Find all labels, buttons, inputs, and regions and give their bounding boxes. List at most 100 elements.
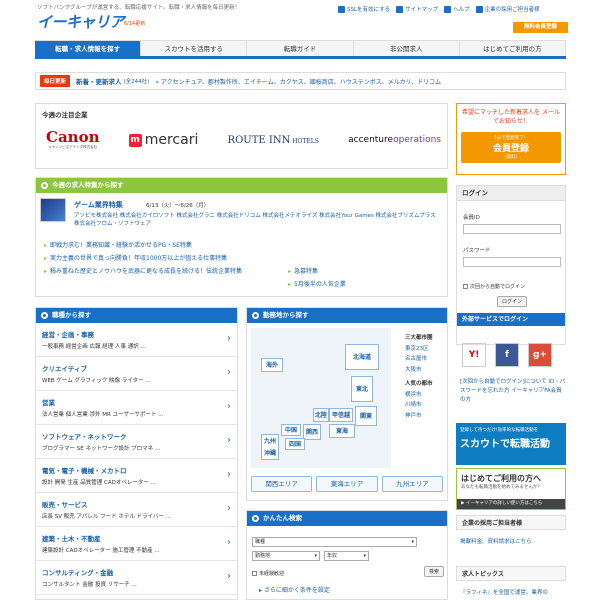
city-link[interactable]: 横浜市 (405, 390, 433, 401)
game-feature-image[interactable] (40, 198, 66, 222)
advanced-search-link[interactable]: ▸ さらに細かく条件を設定 (259, 585, 330, 594)
features-heading: 今週の求人特集から探す (36, 178, 447, 193)
category-item[interactable]: コンサルティング・金融 コンサルタント 金融 投資 リサーチ ... (36, 561, 237, 595)
corp-link[interactable]: 掲載料金、資料請求はこちら (460, 537, 532, 545)
game-feature-companies[interactable]: アソビモ株式会社 株式会社カイロソフト 株式会社グラニ 株式会社ドリコム 株式会… (74, 212, 442, 228)
sitemap-icon (396, 5, 404, 13)
city-link[interactable]: 神戸市 (405, 411, 433, 422)
feature-link[interactable]: 即戦力求む！業務知識・経験が活かせるPG・SE特集 (44, 239, 242, 252)
promo-register-button[interactable]: 1分で登録完了！ 会員登録 (無料) (461, 132, 561, 163)
checkbox-icon[interactable] (252, 571, 257, 576)
job-category-panel: 職種から探す 経営・企画・事務 一般事務 経営企画 広報 経理 人事 通訳 ...… (35, 307, 238, 600)
nav-guide[interactable]: 転職ガイド (247, 41, 354, 56)
category-item[interactable]: 電気・電子・機械・メカトロ 設計 開発 生産 品質管理 CADオペレーター ... (36, 459, 237, 493)
topics-heading: 求人トピックス (456, 566, 566, 581)
auto-login-checkbox[interactable]: 次回から自動でログイン (463, 283, 525, 290)
feature-link[interactable]: 積み重ねた歴史とノウハウを武器に更なる成長を続ける！伝統企業特集 (44, 265, 242, 278)
pref-kansai[interactable]: 関西 (303, 424, 321, 440)
game-feature-title[interactable]: ゲーム業界特集 (74, 200, 123, 210)
pref-overseas[interactable]: 海外 (261, 358, 283, 372)
free-register-button[interactable]: 無料会員登録 (513, 22, 568, 33)
weekly-features: 今週の求人特集から探す ゲーム業界特集 6/13（火）〜6/26（月） アソビモ… (35, 177, 448, 297)
site-logo[interactable]: イーキャリア (37, 11, 125, 32)
category-item[interactable]: クリエイティブ WEB ゲーム グラフィック 映像 ライター ... (36, 357, 237, 391)
new-jobs-title[interactable]: 新着・更新求人 (76, 76, 122, 86)
feature-links: 即戦力求む！業務知識・経験が活かせるPG・SE特集 実力主義の世界で真っ向勝負！… (44, 239, 242, 278)
corp-link[interactable]: 企業の採用ご担当者様 (475, 5, 540, 13)
pref-kyushu[interactable]: 九州 沖縄 (261, 434, 279, 460)
new-jobs-bar: 毎日更新 新着・更新求人 (全244社) » アクセンチュア、郡村製作所、エイチ… (35, 72, 566, 90)
category-item[interactable]: 経営・企画・事務 一般事務 経営企画 広報 経理 人事 通訳 ... (36, 323, 237, 357)
city-link[interactable]: 東京23区 (405, 344, 433, 355)
category-item[interactable]: 建築・土木・不動産 建築設計 CADオペレーター 施工管理 不動産 ... (36, 527, 237, 561)
pref-koshinetsu[interactable]: 甲信越 (329, 408, 353, 422)
login-help-links[interactable]: [次回から自動でログイン]について ID・パスワードを忘れた方 イーキャリアFA… (460, 378, 566, 405)
feature-links-2: 急募特集 5月後半の人気企業 (288, 265, 346, 291)
pref-kanto[interactable]: 関東 (355, 406, 377, 426)
category-item[interactable]: 販売・サービス 店長 SV 販売 アパレル フード ホテル ドライバー ... (36, 493, 237, 527)
category-item[interactable]: 営業 法人営業 個人営業 渉外 MR ユーザーサポート ... (36, 391, 237, 425)
route-inn-logo[interactable]: ROUTE INN HOTELS (228, 135, 319, 146)
feature-link[interactable]: 急募特集 (288, 265, 346, 278)
area-heading: 勤務地から探す (247, 308, 447, 323)
tokai-area-button[interactable]: 東海エリア (316, 476, 378, 492)
nav-first-time[interactable]: はじめてご利用の方 (459, 41, 567, 56)
category-heading: 職種から探す (36, 308, 237, 323)
id-label: 会員ID (463, 215, 480, 221)
mail-promo: 希望にマッチした新着求人を メールでお知らせ！ 1分で登録完了！ 会員登録 (無料… (456, 103, 566, 175)
topics-text[interactable]: 『ラフィネ』を全国で運営。業界の (460, 588, 548, 596)
ssl-link[interactable]: SSLを有効にする (338, 5, 390, 13)
building-icon (475, 5, 483, 13)
salary-select[interactable]: 年収 (324, 551, 369, 561)
new-jobs-companies[interactable]: » アクセンチュア、郡村製作所、エイチーム、カクヤス、國桜商店、ハウステンボス、… (155, 77, 441, 86)
pref-hokuriku[interactable]: 北陸 (313, 408, 329, 422)
pref-shikoku[interactable]: 四国 (285, 438, 305, 450)
first-time-banner[interactable]: はじめてご利用の方へ あなたも転職活動を始めてみませんか？ ▶ イーキャリアの詳… (456, 468, 566, 510)
inexperienced-checkbox[interactable]: 未経験歓迎 (252, 570, 284, 577)
password-input[interactable] (463, 257, 561, 267)
feature-link[interactable]: 5月後半の人気企業 (288, 278, 346, 291)
featured-companies: 今週の注目企業 Canon キヤノンビズアテンダ株式会社 m mercari ROU… (35, 103, 448, 169)
promo-text: 希望にマッチした新着求人を メールでお知らせ！ (462, 109, 560, 125)
city-link[interactable]: 川崎市 (405, 400, 433, 411)
main-nav: 転職・求人情報を探す スカウトを活用する 転職ガイド 非公開求人 はじめてご利用… (35, 40, 567, 59)
pref-hokkaido[interactable]: 北海道 (345, 344, 379, 370)
external-login-heading: 外部サービスでログイン (457, 313, 565, 326)
nav-scout[interactable]: スカウトを活用する (141, 41, 248, 56)
sitemap-link[interactable]: サイトマップ (396, 5, 438, 13)
header: ソフトバンクグループが運営する、転職応援サイト。転職・求人情報を毎日更新！ イー… (0, 0, 600, 40)
featured-heading: 今週の注目企業 (42, 111, 88, 119)
update-date: 6/14更新 (124, 21, 146, 27)
accenture-logo[interactable]: accentureoperations (348, 135, 441, 145)
login-heading: ログイン (457, 186, 565, 201)
quick-search: かんたん検索 職種 勤務地 年収 未経験歓迎 検索 ▸ さらに細かく条件を設定 (246, 510, 448, 600)
feature-link[interactable]: 実力主義の世界で真っ向勝負！年収1000万以上が狙える仕事特集 (44, 252, 242, 265)
scout-banner[interactable]: 登録して待つだけ!効率的な転職活動を スカウトで転職活動 (456, 423, 566, 465)
yahoo-login-icon[interactable]: Y! (462, 343, 486, 367)
kyushu-area-button[interactable]: 九州エリア (381, 476, 443, 492)
city-link[interactable]: 名古屋市 (405, 354, 433, 365)
city-link[interactable]: 大阪市 (405, 365, 433, 376)
pref-chugoku[interactable]: 中国 (281, 424, 301, 436)
kansai-area-button[interactable]: 関西エリア (251, 476, 313, 492)
login-box: ログイン 会員ID パスワード 次回から自動でログイン ログイン 外部サービスで… (456, 185, 566, 345)
checkbox-icon[interactable] (463, 284, 468, 289)
search-button[interactable]: 検索 (424, 566, 444, 577)
japan-map: 海外 北海道 東北 関東 甲信越 北陸 東海 関西 中国 四国 九州 沖縄 (251, 328, 391, 468)
category-select[interactable]: 職種 (252, 537, 417, 547)
location-select[interactable]: 勤務地 (252, 551, 320, 561)
id-input[interactable] (463, 224, 561, 234)
canon-logo[interactable]: Canon キヤノンビズアテンダ株式会社 (46, 130, 99, 150)
nav-search-jobs[interactable]: 転職・求人情報を探す (35, 41, 142, 56)
google-login-icon[interactable]: g+ (528, 343, 552, 367)
pref-tokai[interactable]: 東海 (329, 424, 355, 438)
category-item[interactable]: ソフトウェア・ネットワーク プログラマー SE ネットワーク設計 プロマネ ... (36, 425, 237, 459)
lock-icon (338, 5, 345, 13)
help-link[interactable]: ヘルプ (444, 5, 470, 13)
pref-tohoku[interactable]: 東北 (351, 376, 373, 402)
facebook-login-icon[interactable]: f (495, 343, 519, 367)
nav-private-jobs[interactable]: 非公開求人 (353, 41, 460, 56)
new-jobs-count: (全244社) (123, 79, 150, 85)
mercari-logo[interactable]: m mercari (128, 132, 198, 148)
login-button[interactable]: ログイン (497, 296, 527, 307)
